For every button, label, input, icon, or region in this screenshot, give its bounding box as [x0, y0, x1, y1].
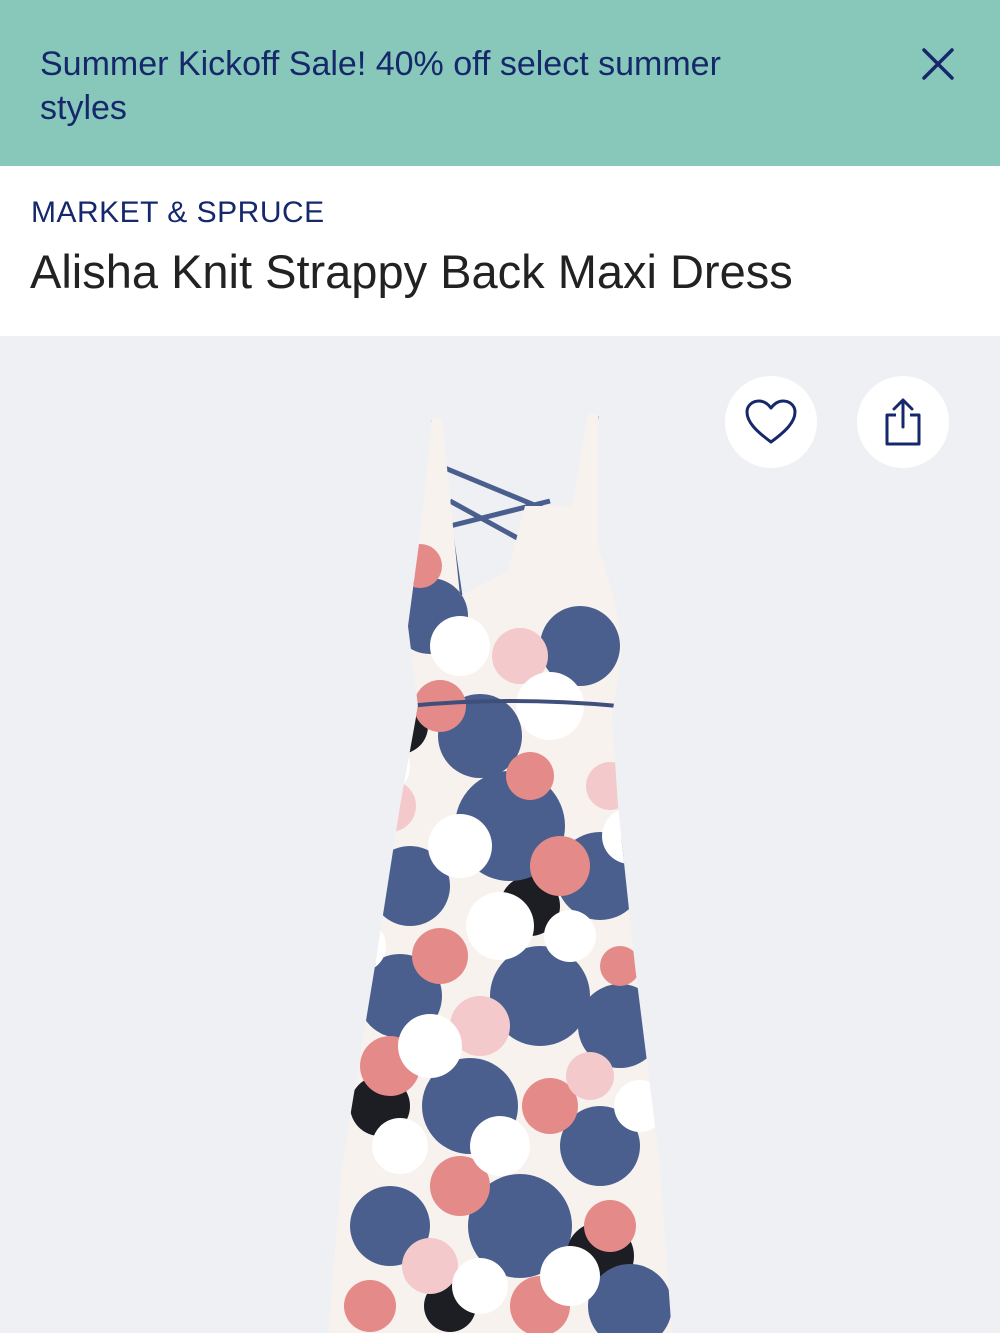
- close-icon: [922, 48, 954, 80]
- share-icon: [885, 398, 921, 446]
- product-image: [328, 414, 672, 1333]
- share-button[interactable]: [857, 376, 949, 468]
- heart-icon: [745, 399, 797, 444]
- favorite-button[interactable]: [725, 376, 817, 468]
- brand-name[interactable]: MARKET & SPRUCE: [31, 196, 325, 230]
- promo-banner-text[interactable]: Summer Kickoff Sale! 40% off select summ…: [40, 42, 740, 130]
- product-image-area[interactable]: [0, 336, 1000, 1333]
- product-header: MARKET & SPRUCE Alisha Knit Strappy Back…: [0, 166, 1000, 336]
- product-title: Alisha Knit Strappy Back Maxi Dress: [30, 245, 793, 298]
- promo-banner: Summer Kickoff Sale! 40% off select summ…: [0, 0, 1000, 166]
- close-banner-button[interactable]: [916, 42, 960, 86]
